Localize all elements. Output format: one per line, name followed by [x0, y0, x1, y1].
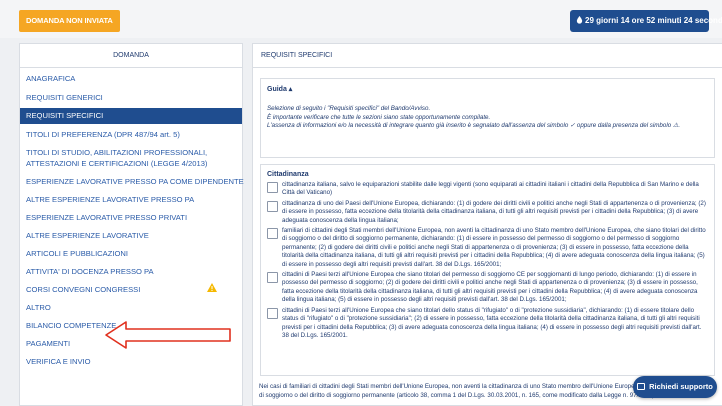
guide-line: L'assenza di informazioni e/o la necessi… — [267, 122, 681, 129]
citizenship-option: cittadinanza italiana, salvo le equipara… — [261, 181, 714, 198]
guide-text: Selezione di seguito i "Requisiti specif… — [261, 93, 714, 131]
sidebar-item-requisiti-generici[interactable]: REQUISITI GENERICI — [20, 92, 242, 103]
sidebar-item-verifica-invio[interactable]: VERIFICA E INVIO — [20, 356, 242, 367]
citizenship-option: cittadini di Paesi terzi all'Unione Euro… — [261, 307, 714, 341]
sidebar-item-esperienze-privati[interactable]: ESPERIENZE LAVORATIVE PRESSO PRIVATI — [20, 212, 242, 223]
checkbox[interactable] — [267, 272, 278, 284]
sidebar-title: DOMANDA — [20, 44, 242, 68]
citizenship-option: cittadini di Paesi terzi all'Unione Euro… — [261, 271, 714, 305]
sidebar-item-esperienze-pa-dipendente[interactable]: ESPERIENZE LAVORATIVE PRESSO PA COME DIP… — [20, 176, 244, 187]
checkbox[interactable] — [267, 182, 278, 193]
checkbox[interactable] — [267, 228, 278, 240]
deadline-timer: 29 giorni 14 ore 52 minuti 24 secondi — [570, 10, 722, 32]
sidebar-item-requisiti-specifici[interactable]: REQUISITI SPECIFICI — [20, 108, 242, 124]
guide-toggle[interactable]: Guida ▴ — [261, 79, 714, 93]
citizenship-title: Cittadinanza — [267, 171, 309, 178]
citizenship-option: familiari di cittadini degli Stati membr… — [261, 227, 714, 269]
sidebar: DOMANDA ANAGRAFICA REQUISITI GENERICI RE… — [19, 43, 244, 406]
option-label: familiari di cittadini degli Stati membr… — [282, 227, 706, 268]
option-label: cittadinanza italiana, salvo le equipara… — [282, 181, 699, 197]
citizenship-option: cittadinanza di uno dei Paesi dell'Union… — [261, 200, 714, 225]
citizenship-section: Cittadinanza cittadinanza italiana, salv… — [260, 164, 715, 376]
support-label: Richiedi supporto — [649, 382, 713, 391]
sidebar-item-anagrafica[interactable]: ANAGRAFICA — [20, 73, 242, 84]
main-panel: REQUISITI SPECIFICI Guida ▴ Selezione di… — [252, 43, 722, 406]
option-label: cittadinanza di uno dei Paesi dell'Union… — [282, 199, 706, 224]
sidebar-item-articoli-pubblicazioni[interactable]: ARTICOLI E PUBBLICAZIONI — [20, 248, 242, 259]
page-title: REQUISITI SPECIFICI — [253, 44, 722, 68]
sidebar-item-docenza-pa[interactable]: ATTIVITA' DI DOCENZA PRESSO PA — [20, 266, 242, 277]
warning-icon — [207, 283, 217, 292]
guide-line: È importante verificare che tutte le sez… — [267, 113, 491, 121]
timer-label: 29 giorni 14 ore 52 minuti 24 secondi — [585, 16, 722, 25]
support-button[interactable]: Richiedi supporto — [633, 376, 717, 398]
sidebar-item-titoli-preferenza[interactable]: TITOLI DI PREFERENZA (DPR 487/94 art. 5) — [20, 129, 242, 140]
hourglass-icon — [576, 16, 583, 24]
application-status-button[interactable]: DOMANDA NON INVIATA — [19, 10, 120, 32]
sidebar-item-titoli-studio[interactable]: TITOLI DI STUDIO, ABILITAZIONI PROFESSIO… — [20, 147, 242, 169]
top-bar: DOMANDA NON INVIATA 29 giorni 14 ore 52 … — [0, 0, 722, 38]
option-label: cittadini di Paesi terzi all'Unione Euro… — [282, 306, 702, 339]
option-label: cittadini di Paesi terzi all'Unione Euro… — [282, 271, 698, 304]
red-arrow-annotation — [105, 321, 231, 349]
sidebar-item-altre-esperienze-pa[interactable]: ALTRE ESPERIENZE LAVORATIVE PRESSO PA — [20, 194, 242, 205]
checkbox[interactable] — [267, 307, 278, 319]
guide-box: Guida ▴ Selezione di seguito i "Requisit… — [260, 78, 715, 158]
guide-line: Selezione di seguito i "Requisiti specif… — [267, 105, 431, 112]
sidebar-item-altro[interactable]: ALTRO — [20, 302, 242, 313]
chat-icon — [637, 383, 646, 390]
sidebar-item-altre-esperienze[interactable]: ALTRE ESPERIENZE LAVORATIVE — [20, 230, 242, 241]
checkbox[interactable] — [267, 200, 278, 212]
